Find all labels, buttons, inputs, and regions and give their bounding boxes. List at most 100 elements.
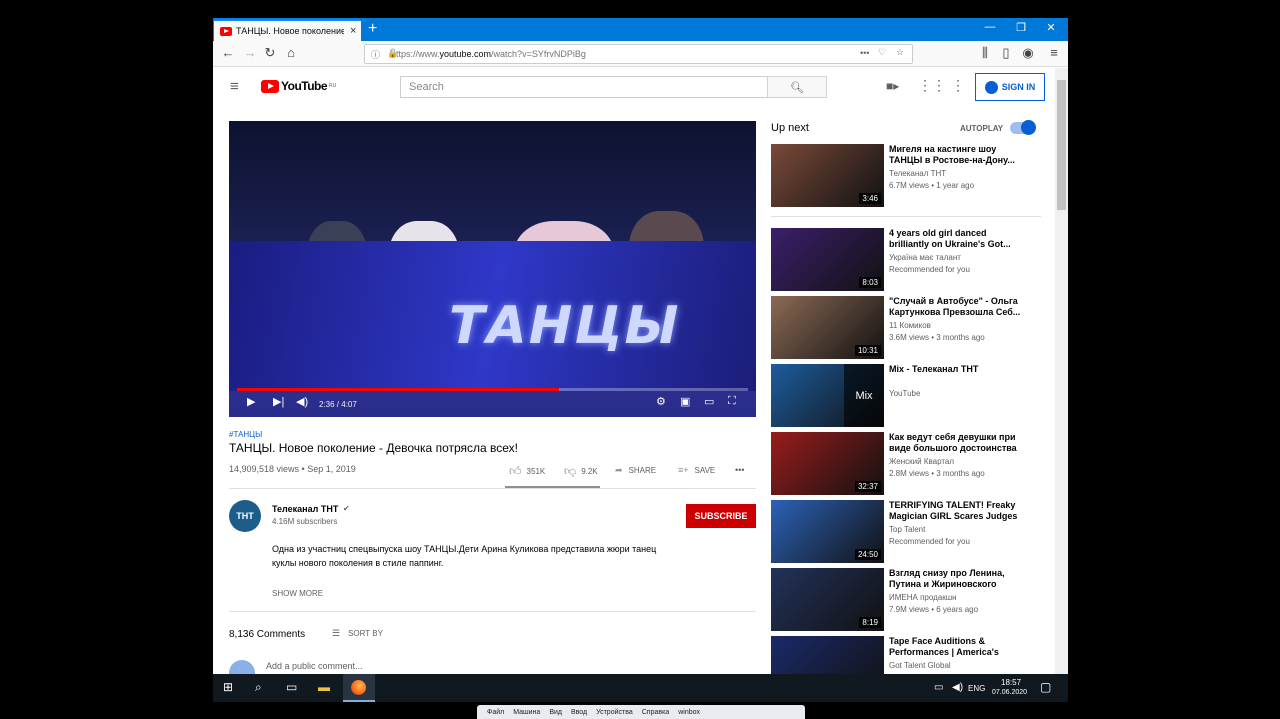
video-thumbnail[interactable]: 24:50 — [771, 500, 884, 563]
url-bar[interactable]: ⓘ 🔒 https://www. youtube.com/watch?v=SYfr… — [364, 44, 913, 64]
logo-region: RU — [329, 83, 337, 89]
fullscreen-icon[interactable]: ⛶ — [728, 395, 736, 408]
comment-input[interactable]: Add a public comment... — [266, 661, 363, 671]
play-icon[interactable]: ▶ — [247, 395, 255, 408]
recommendation-item[interactable]: Tape Face Auditions & Performances | Ame… — [771, 636, 1041, 674]
recommendation-title[interactable]: TERRIFYING TALENT! Freaky Magician GIRL … — [889, 500, 1024, 522]
search-button[interactable]: 🔍︎ — [767, 76, 827, 98]
search-input[interactable]: Search — [400, 76, 827, 98]
recommendation-channel: Телеканал ТНТ — [889, 169, 947, 178]
task-view-icon[interactable]: ▭ — [286, 680, 297, 694]
recommendation-item[interactable]: 8:03 4 years old girl danced brilliantly … — [771, 228, 1041, 292]
recommendation-item[interactable]: 3:46 Мигеля на кастинге шоу ТАНЦЫ в Росто… — [771, 144, 1041, 208]
bookmark-star-icon[interactable]: ☆ — [896, 47, 904, 58]
menu-icon[interactable]: ≡ — [1045, 45, 1063, 60]
hashtag-link[interactable]: #ТАНЦЫ — [229, 430, 262, 439]
account-icon[interactable]: ◉ — [1019, 45, 1037, 61]
recommendation-item[interactable]: 32:37 Как ведут себя девушки при виде бол… — [771, 432, 1041, 496]
youtube-logo[interactable]: YouTube RU — [261, 79, 336, 93]
video-player[interactable]: ТАНЦЫ ▶ ▶| ◀) 2:36 / 4:07 ⚙ ▣ ▭ ⛶ — [229, 121, 756, 417]
file-explorer-icon[interactable]: ▬ — [318, 680, 330, 694]
share-button[interactable]: ➦ SHARE — [615, 465, 656, 476]
restore-icon[interactable]: ❐ — [1006, 21, 1036, 34]
browser-window: ТАНЦЫ. Новое поколение - Д × + — ❐ ✕ ← →… — [213, 18, 1068, 674]
notifications-icon[interactable]: ▢ — [1040, 680, 1051, 694]
recommendation-item[interactable]: 24:50 TERRIFYING TALENT! Freaky Magician … — [771, 500, 1041, 564]
recommendation-item[interactable]: 8:19 Взгляд снизу про Ленина, Путина и Жи… — [771, 568, 1041, 632]
video-thumbnail[interactable]: 10:31 — [771, 296, 884, 359]
windows-start-icon[interactable]: ⊞ — [223, 680, 233, 694]
duration-badge: 3:46 — [859, 193, 881, 204]
vbox-menu-item[interactable]: Вид — [549, 709, 562, 716]
recommendation-title[interactable]: Mix - Телеканал ТНТ — [889, 364, 1024, 375]
progress-bar[interactable] — [237, 388, 748, 391]
recommendation-title[interactable]: Взгляд снизу про Ленина, Путина и Жирино… — [889, 568, 1024, 590]
recommendation-title[interactable]: "Случай в Автобусе" - Ольга Картункова П… — [889, 296, 1024, 318]
forward-icon[interactable]: → — [241, 45, 259, 60]
recommendation-item[interactable]: Mix Mix - Телеканал ТНТ YouTube — [771, 364, 1041, 428]
recommendation-title[interactable]: Tape Face Auditions & Performances | Ame… — [889, 636, 1024, 658]
back-icon[interactable]: ← — [219, 45, 237, 60]
home-icon[interactable]: ⌂ — [282, 45, 300, 60]
recommendation-meta: 3.6M views • 3 months ago — [889, 333, 985, 342]
vbox-menu-item[interactable]: Файл — [487, 709, 504, 716]
sort-by-button[interactable]: ☰ SORT BY — [332, 628, 383, 639]
recommendation-title[interactable]: Мигеля на кастинге шоу ТАНЦЫ в Ростове-н… — [889, 144, 1024, 166]
channel-avatar[interactable]: ТНТ — [229, 500, 261, 532]
settings-dots-icon[interactable]: ⋮ — [951, 77, 965, 94]
subscribe-button[interactable]: SUBSCRIBE — [686, 504, 756, 528]
search-icon[interactable]: ⌕ — [255, 680, 262, 695]
network-icon[interactable]: ▭ — [934, 682, 943, 693]
video-thumbnail[interactable]: Mix — [771, 364, 884, 427]
recommendation-item[interactable]: 10:31 "Случай в Автобусе" - Ольга Картунк… — [771, 296, 1041, 360]
firefox-taskbar-button[interactable] — [343, 674, 375, 702]
video-thumbnail[interactable]: 8:03 — [771, 228, 884, 291]
theater-mode-icon[interactable]: ▭ — [704, 395, 714, 408]
create-video-icon[interactable]: ■▸ — [886, 79, 899, 93]
pocket-icon[interactable]: ♡ — [878, 47, 886, 58]
close-window-icon[interactable]: ✕ — [1036, 21, 1066, 34]
save-button[interactable]: ≡+ SAVE — [678, 465, 715, 475]
video-thumbnail[interactable]: 32:37 — [771, 432, 884, 495]
recommendation-title[interactable]: Как ведут себя девушки при виде большого… — [889, 432, 1024, 454]
tab-close-icon[interactable]: × — [350, 25, 356, 37]
scrollbar-thumb[interactable] — [1057, 80, 1066, 210]
sidebar-icon[interactable]: ▯ — [997, 45, 1015, 61]
vbox-menu-item[interactable]: Устройства — [596, 709, 633, 716]
vbox-menu-item[interactable]: winbox — [678, 709, 700, 716]
vbox-menu-item[interactable]: Машина — [513, 709, 540, 716]
reload-icon[interactable]: ↻ — [261, 45, 279, 61]
volume-icon[interactable]: ◀) — [296, 395, 308, 408]
page-actions-icon[interactable]: ••• — [860, 48, 869, 58]
video-thumbnail[interactable]: 8:19 — [771, 568, 884, 631]
thumbs-up-icon: 👍︎ — [509, 464, 522, 478]
next-icon[interactable]: ▶| — [273, 395, 284, 408]
browser-tab[interactable]: ТАНЦЫ. Новое поколение - Д × — [214, 19, 361, 41]
speaker-icon[interactable]: ◀) — [952, 682, 963, 693]
miniplayer-icon[interactable]: ▣ — [680, 395, 690, 408]
more-actions-icon[interactable]: ••• — [735, 465, 744, 475]
save-playlist-icon: ≡+ — [678, 465, 689, 475]
show-more-button[interactable]: SHOW MORE — [272, 589, 323, 598]
hamburger-icon[interactable]: ≡ — [230, 78, 239, 95]
dislike-button[interactable]: 👎︎ 9.2K — [564, 464, 598, 479]
recommendation-title[interactable]: 4 years old girl danced brilliantly on U… — [889, 228, 1024, 250]
channel-name[interactable]: Телеканал ТНТ — [272, 504, 338, 514]
apps-icon[interactable]: ⋮⋮ — [918, 77, 946, 94]
video-thumbnail[interactable] — [771, 636, 884, 674]
new-tab-button[interactable]: + — [368, 20, 377, 38]
library-icon[interactable]: ⫼ — [976, 45, 994, 61]
info-icon[interactable]: ⓘ — [371, 48, 380, 61]
clock-time[interactable]: 18:57 — [1001, 678, 1021, 687]
settings-gear-icon[interactable]: ⚙ — [656, 395, 666, 408]
minimize-icon[interactable]: — — [975, 21, 1005, 33]
logo-text: YouTube — [281, 79, 328, 93]
video-thumbnail[interactable]: 3:46 — [771, 144, 884, 207]
sign-in-button[interactable]: SIGN IN — [975, 73, 1045, 101]
vbox-menu-item[interactable]: Справка — [642, 709, 669, 716]
language-indicator[interactable]: ENG — [968, 684, 985, 693]
like-button[interactable]: 👍︎ 351K — [509, 464, 545, 479]
vbox-menu-item[interactable]: Ввод — [571, 709, 587, 716]
autoplay-toggle[interactable] — [1010, 120, 1036, 135]
clock-date[interactable]: 07.06.2020 — [992, 689, 1027, 696]
